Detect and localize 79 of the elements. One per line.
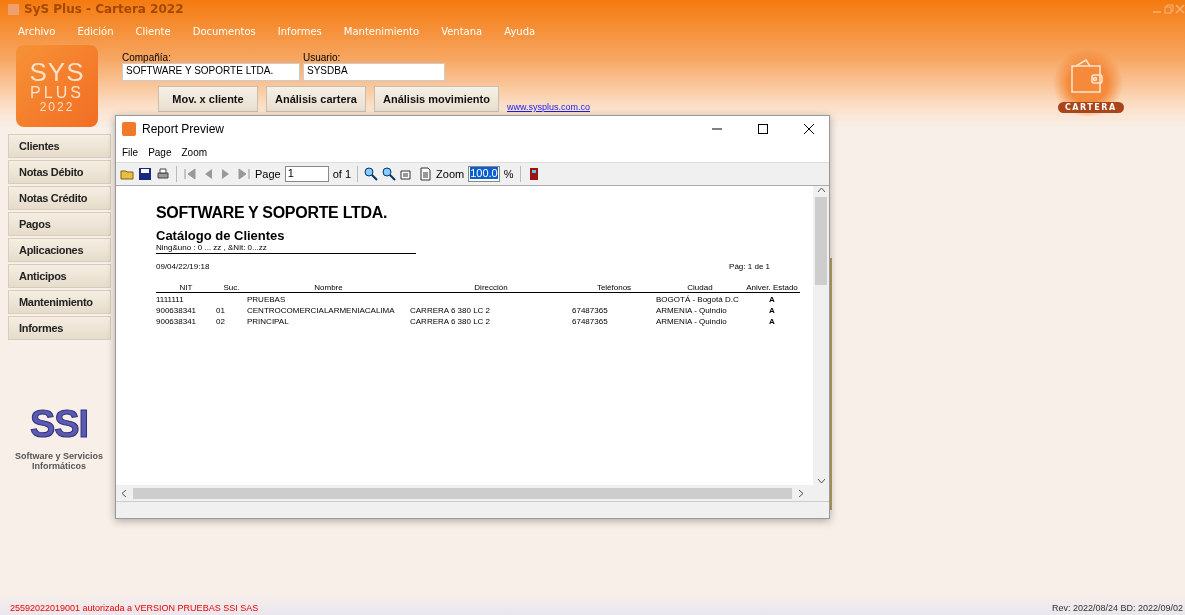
sidebar-button[interactable]: Anticipos: [8, 264, 111, 288]
column-header: Teléfonos: [572, 283, 656, 293]
table-cell-text: CENTROCOMERCIALARMENIACALIMA: [247, 305, 396, 315]
table-cell-text: PRUEBAS: [247, 294, 287, 304]
column-header: Dirección: [410, 283, 572, 293]
table-cell-text: 67487365: [572, 316, 609, 326]
license-text: 25592022019001 autorizada a VERSION PRUEBAS SSI SAS: [10, 603, 259, 613]
menu-item[interactable]: File: [122, 146, 139, 158]
page-count: of 1: [332, 168, 352, 180]
revision-text: Rev: 2022/08/24 BD: 2022/09/02: [1051, 603, 1183, 613]
percent-label: %: [503, 168, 514, 180]
column-header: Nombre: [247, 283, 410, 293]
table-cell-text: A: [768, 305, 776, 315]
column-header: Ciudad: [656, 283, 744, 293]
scrollbar-thumb[interactable]: [815, 197, 827, 285]
table-cell-text: 1111111: [156, 294, 185, 304]
table-cell-text: A: [768, 294, 776, 304]
zoom-out-icon[interactable]: [382, 167, 397, 181]
menu-item[interactable]: Zoom: [181, 146, 208, 158]
field-label: Usuario:: [303, 52, 342, 63]
dialog-title: Report Preview: [142, 122, 226, 136]
scroll-down-icon[interactable]: [816, 476, 826, 485]
field-label: Compañía:: [122, 52, 172, 63]
website-link[interactable]: www.sysplus.com.co: [507, 102, 590, 112]
column-header: Aniver. Estado: [744, 283, 800, 293]
app-icon: [122, 122, 136, 136]
column-header: Suc.: [216, 283, 247, 293]
zoom-in-icon[interactable]: [364, 167, 379, 181]
zoom-label: Zoom: [436, 168, 465, 180]
first-page-icon[interactable]: [183, 167, 197, 181]
save-icon[interactable]: [138, 167, 152, 181]
table-cell-text: 02: [216, 316, 226, 326]
app-logo: SYS PLUS 2022: [16, 45, 98, 127]
report-date: 09/04/22/19:18: [156, 262, 210, 271]
company-caption: Software y Servicios Informáticos: [13, 451, 104, 471]
text-field[interactable]: SOFTWARE Y SOPORTE LTDA.: [122, 63, 300, 81]
table-cell-text: CARRERA 6 380 LC 2: [410, 305, 492, 315]
table-cell-text: ARMENIA - Quindio: [656, 305, 728, 315]
menu-item[interactable]: Page: [148, 146, 172, 158]
action-button[interactable]: Mov. x cliente: [158, 86, 258, 112]
folder-icon[interactable]: [120, 167, 134, 181]
table-cell-text: ARMENIA - Quindio: [656, 316, 728, 326]
company-logo: SSI: [29, 405, 89, 443]
report-filter: Ning&uno : 0 ... zz , &Nit: 0...zz: [156, 243, 416, 254]
last-page-icon[interactable]: [237, 167, 251, 181]
action-button[interactable]: Análisis cartera: [266, 86, 366, 112]
app-icon: [8, 4, 19, 15]
table-cell-text: 01: [216, 305, 226, 315]
module-badge: CARTERA: [1058, 102, 1124, 113]
page-number: Pág: 1 de 1: [729, 262, 770, 271]
zoom-field[interactable]: 100.0: [468, 166, 500, 182]
table-cell-text: A: [768, 316, 776, 326]
sidebar-button[interactable]: Notas Crédito: [8, 186, 111, 210]
table-cell-text: 900638341: [156, 316, 198, 326]
sidebar-button[interactable]: Clientes: [8, 134, 111, 158]
text-field[interactable]: SYSDBA: [303, 63, 445, 81]
table-cell-text: 900638341: [156, 305, 198, 315]
column-header: NIT: [156, 283, 216, 293]
sidebar-button[interactable]: Pagos: [8, 212, 111, 236]
report-title: Catálogo de Clientes: [156, 228, 286, 243]
scroll-left-icon[interactable]: [120, 488, 129, 498]
scroll-right-icon[interactable]: [796, 488, 805, 498]
sidebar-button[interactable]: Mantenimiento: [8, 290, 111, 314]
sidebar-button[interactable]: Informes: [8, 316, 111, 340]
whole-page-icon[interactable]: [418, 167, 433, 181]
table-cell-text: PRINCIPAL: [247, 316, 290, 326]
report-company: SOFTWARE Y SOPORTE LTDA.: [156, 204, 389, 222]
page-field[interactable]: 1: [284, 166, 329, 182]
scrollbar-thumb[interactable]: [133, 487, 792, 499]
table-cell-text: BOGOTÁ - Bogotá D.C: [656, 294, 740, 304]
page-label: Page: [255, 168, 281, 180]
action-button[interactable]: Análisis movimiento: [374, 86, 499, 112]
printer-icon[interactable]: [156, 167, 170, 181]
table-cell-text: CARRERA 6 380 LC 2: [410, 316, 492, 326]
sidebar-button[interactable]: Notas Débito: [8, 160, 111, 184]
sidebar-button[interactable]: Aplicaciones: [8, 238, 111, 262]
window-title: SyS Plus - Cartera 2022: [24, 2, 184, 16]
table-cell-text: 67487365: [572, 305, 609, 315]
scroll-up-icon[interactable]: [816, 186, 826, 195]
